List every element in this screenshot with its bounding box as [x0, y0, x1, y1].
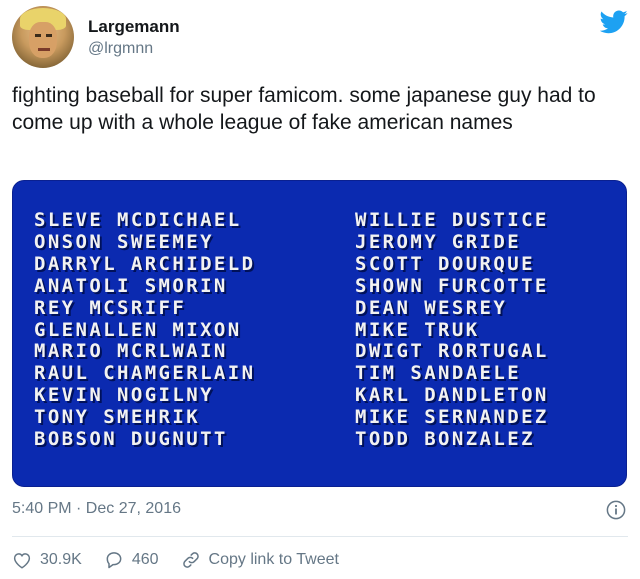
divider — [12, 536, 628, 537]
player-name: KARL DANDLETON — [355, 384, 549, 407]
player-name: KEVIN NOGILNY — [34, 384, 214, 407]
avatar[interactable] — [12, 6, 74, 68]
player-name: TONY SMEHRIK — [34, 406, 201, 429]
player-name: ANATOLI SMORIN — [34, 274, 228, 297]
reply-button[interactable]: 460 — [104, 550, 159, 570]
like-count: 30.9K — [40, 551, 82, 568]
tweet-media-image[interactable]: SLEVE MCDICHAEL ONSON SWEEMEY DARRYL ARC… — [12, 180, 627, 487]
reply-icon — [106, 552, 122, 569]
info-icon[interactable] — [606, 500, 626, 520]
tweet-actions: 30.9K 460 Copy link to Tweet — [12, 548, 361, 572]
player-name: GLENALLEN MIXON — [34, 318, 242, 341]
player-name: DARRYL ARCHIDELD — [34, 252, 256, 275]
player-name: SCOTT DOURQUE — [355, 252, 535, 275]
tweet-text: fighting baseball for super famicom. som… — [12, 84, 596, 134]
like-button[interactable]: 30.9K — [12, 551, 82, 569]
copy-link-button[interactable]: Copy link to Tweet — [181, 550, 339, 570]
player-name: RAUL CHAMGERLAIN — [34, 362, 256, 385]
link-icon — [182, 552, 199, 568]
player-name: TIM SANDAELE — [355, 362, 522, 385]
twitter-bird-icon[interactable] — [600, 10, 628, 34]
author-display-name[interactable]: Largemann — [88, 16, 180, 38]
author-block[interactable]: Largemann @lrgmnn — [88, 16, 180, 60]
copy-link-label: Copy link to Tweet — [208, 551, 339, 568]
roster-left-column: SLEVE MCDICHAEL ONSON SWEEMEY DARRYL ARC… — [34, 209, 256, 451]
player-name: TODD BONZALEZ — [355, 428, 535, 451]
player-name: WILLIE DUSTICE — [355, 209, 549, 231]
player-name: DEAN WESREY — [355, 296, 508, 319]
tweet-timestamp[interactable]: 5:40 PM · Dec 27, 2016 — [12, 500, 181, 518]
player-name: ONSON SWEEMEY — [34, 230, 214, 253]
player-name: MIKE SERNANDEZ — [355, 406, 549, 429]
player-name: MIKE TRUK — [355, 318, 480, 341]
heart-icon — [13, 553, 31, 569]
player-name: SHOWN FURCOTTE — [355, 274, 549, 297]
tweet-header: Largemann @lrgmnn — [12, 6, 628, 70]
player-name: REY MCSRIFF — [34, 296, 187, 319]
player-name: BOBSON DUGNUTT — [34, 428, 228, 451]
player-name: JEROMY GRIDE — [355, 230, 522, 253]
player-name: MARIO MCRLWAIN — [34, 340, 228, 363]
reply-count: 460 — [131, 551, 159, 568]
player-name: SLEVE MCDICHAEL — [34, 209, 242, 231]
author-handle[interactable]: @lrgmnn — [88, 38, 180, 60]
roster-right-column: WILLIE DUSTICE JEROMY GRIDE SCOTT DOURQU… — [355, 209, 549, 451]
player-name: DWIGT RORTUGAL — [355, 340, 549, 363]
